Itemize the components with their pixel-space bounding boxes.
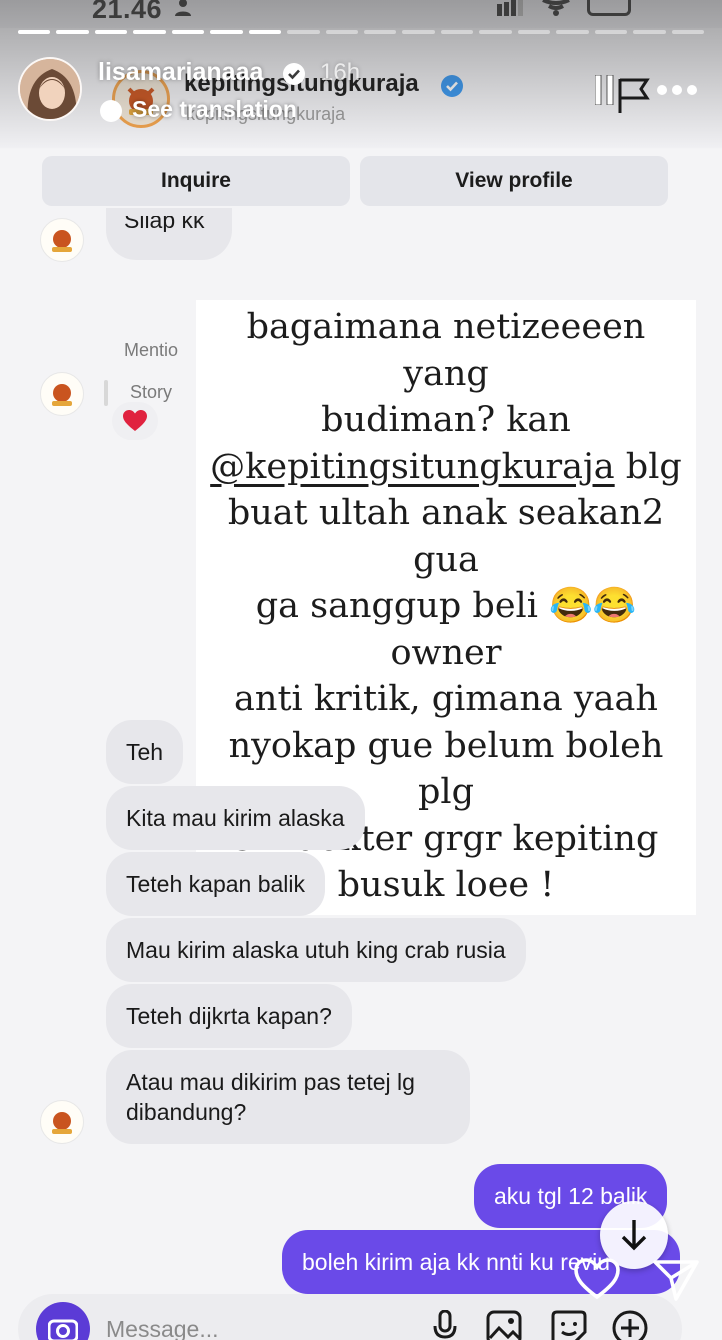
story-progress-segment (440, 30, 474, 34)
sender-avatar (40, 218, 84, 262)
story-progress-segment (364, 30, 397, 34)
sticker-icon[interactable] (551, 1310, 587, 1340)
person-icon (175, 0, 191, 16)
camera-icon (48, 1319, 78, 1340)
mention-label: Mentio (124, 340, 179, 360)
incoming-message: Atau mau dikirim pas tetej lg dibandung? (106, 1050, 470, 1144)
story-progress-segment (248, 30, 282, 34)
caption-text: blg (614, 446, 682, 487)
crab-logo-icon (52, 1112, 72, 1134)
mic-icon[interactable] (432, 1310, 458, 1340)
message-input[interactable]: Message... (106, 1316, 219, 1340)
caption-line: @kepitingsitungkuraja blg (200, 444, 692, 491)
caption-text: ga sanggup beli (255, 586, 550, 626)
message-text: Siiap kk (124, 216, 205, 232)
story-time: 16h (320, 59, 361, 86)
crab-logo-icon (52, 384, 72, 406)
inner-status-bar: 21.46 (0, 0, 722, 28)
sender-avatar (40, 372, 84, 416)
story-progress-segment (210, 30, 243, 34)
view-profile-button[interactable]: View profile (360, 156, 668, 206)
verified-icon (283, 63, 305, 85)
story-progress-segment (594, 30, 628, 34)
avatar[interactable] (18, 57, 82, 121)
pause-icon[interactable] (595, 75, 615, 105)
story-progress-segment (325, 30, 358, 34)
story-progress-segment (479, 30, 512, 34)
message-text: dibandung? (126, 1099, 247, 1125)
battery-icon (587, 0, 631, 16)
see-translation-link[interactable]: See translation (132, 96, 297, 123)
caption-mention[interactable]: @kepitingsitungkuraja (210, 447, 615, 487)
incoming-message: Teh (106, 720, 184, 784)
story-progress-segment (94, 30, 128, 34)
story-progress-segment (171, 30, 205, 34)
image-icon[interactable] (486, 1310, 522, 1340)
incoming-message: Teteh kapan balik (106, 852, 326, 916)
story-progress-segment (18, 30, 51, 34)
heart-reaction (112, 402, 158, 440)
story-viewer: 21.46 kepitingsitungkuraja kepitingsitun… (0, 0, 722, 1340)
story-reply-bar (104, 380, 108, 406)
story-progress-segment (517, 30, 551, 34)
incoming-message: Mau kirim alaska utuh king crab rusia (106, 918, 526, 982)
story-progress-segment (56, 30, 89, 34)
crab-logo-icon (52, 230, 72, 252)
profile-actions: Inquire View profile (42, 156, 668, 206)
story-progress-segment (287, 30, 320, 34)
laugh-emoji: 😂😂 (549, 586, 637, 626)
verified-icon (441, 75, 463, 97)
heart-icon (123, 410, 147, 431)
translate-icon[interactable] (100, 100, 122, 122)
story-progress-segment (402, 30, 435, 34)
caption-line: bagaimana netizeeeen yang (246, 307, 646, 394)
caption-line: buat ultah anak seakan2 gua (227, 493, 665, 580)
caption-line: ga sanggup beli 😂😂 owner (200, 583, 692, 676)
sender-avatar (40, 1100, 84, 1144)
story-progress-segment (633, 30, 666, 34)
story-progress-segment (133, 30, 166, 34)
incoming-message: Teteh dijkrta kapan? (106, 984, 352, 1048)
status-time: 21.46 (92, 0, 163, 24)
send-icon[interactable] (652, 1258, 700, 1302)
wifi-icon (542, 0, 570, 16)
incoming-message: Kita mau kirim alaska (106, 786, 365, 850)
flag-icon[interactable] (617, 77, 651, 115)
message-text: Atau mau dikirim pas tetej lg (126, 1069, 415, 1095)
caption-line: budiman? kan (321, 400, 571, 440)
story-label: Story (130, 382, 173, 402)
caption-line: anti kritik, gimana yaah (234, 679, 658, 719)
signal-icon (497, 0, 523, 16)
message-thread: Siiap kk Mentio Story bagaimana netizeee… (0, 208, 722, 1340)
more-icon[interactable] (656, 84, 698, 96)
inquire-button[interactable]: Inquire (42, 156, 350, 206)
arrow-down-icon (621, 1220, 647, 1251)
plus-icon[interactable] (612, 1310, 648, 1340)
story-progress-segment (556, 30, 589, 34)
story-progress-segment (671, 30, 704, 34)
caption-text: owner (390, 632, 502, 673)
heart-icon[interactable] (573, 1258, 621, 1300)
story-username[interactable]: lisamarianaaa (98, 58, 263, 87)
